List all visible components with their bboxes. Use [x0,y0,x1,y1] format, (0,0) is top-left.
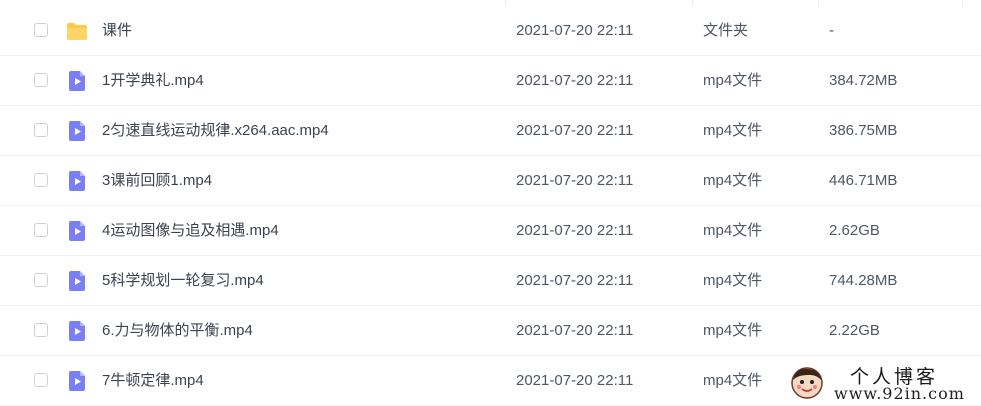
file-type: mp4文件 [703,322,763,339]
file-row[interactable]: 4运动图像与追及相遇.mp4 2021-07-20 22:11 mp4文件 2.62G… [0,206,981,256]
video-file-icon [66,70,88,92]
file-type: mp4文件 [703,272,763,289]
file-modified-time: 2021-07-20 22:11 [516,172,634,189]
file-type: mp4文件 [703,172,763,189]
file-type: mp4文件 [703,372,763,389]
file-modified-time: 2021-07-20 22:11 [516,272,634,289]
file-modified-time: 2021-07-20 22:11 [516,22,634,39]
folder-icon [66,20,88,42]
file-type: mp4文件 [703,72,763,89]
file-row[interactable]: 1开学典礼.mp4 2021-07-20 22:11 mp4文件 384.72MB [0,56,981,106]
file-name[interactable]: 4运动图像与追及相遇.mp4 [102,221,279,241]
file-modified-time: 2021-07-20 22:11 [516,322,634,339]
file-size: 2.22GB [829,322,880,339]
avatar-icon [791,367,823,399]
select-checkbox[interactable] [34,73,48,87]
file-size: 384.72MB [829,72,898,89]
file-type: mp4文件 [703,222,763,239]
video-file-icon [66,270,88,292]
video-file-icon [66,320,88,342]
file-name[interactable]: 3课前回顾1.mp4 [102,171,212,191]
video-file-icon [66,170,88,192]
file-name[interactable]: 7牛顿定律.mp4 [102,371,204,391]
video-file-icon [66,120,88,142]
select-checkbox[interactable] [34,23,48,37]
file-size: 446.71MB [829,172,898,189]
file-modified-time: 2021-07-20 22:11 [516,72,634,89]
select-checkbox[interactable] [34,173,48,187]
file-size: - [829,22,834,39]
file-modified-time: 2021-07-20 22:11 [516,372,634,389]
watermark: 个人博客 www.92in.com [790,362,981,404]
file-size: 2.62GB [829,222,880,239]
file-row[interactable]: 6.力与物体的平衡.mp4 2021-07-20 22:11 mp4文件 2.22GB [0,306,981,356]
video-file-icon [66,220,88,242]
file-modified-time: 2021-07-20 22:11 [516,122,634,139]
select-checkbox[interactable] [34,223,48,237]
file-row[interactable]: 5科学规划一轮复习.mp4 2021-07-20 22:11 mp4文件 744.28… [0,256,981,306]
file-size: 744.28MB [829,272,898,289]
watermark-url: www.92in.com [834,384,965,403]
file-name[interactable]: 2匀速直线运动规律.x264.aac.mp4 [102,121,329,141]
file-row[interactable]: 3课前回顾1.mp4 2021-07-20 22:11 mp4文件 446.71MB [0,156,981,206]
file-name[interactable]: 课件 [102,21,132,41]
file-type: mp4文件 [703,122,763,139]
file-name[interactable]: 6.力与物体的平衡.mp4 [102,321,253,341]
file-row[interactable]: 课件 2021-07-20 22:11 文件夹 - [0,6,981,56]
file-size: 386.75MB [829,122,898,139]
select-checkbox[interactable] [34,123,48,137]
select-checkbox[interactable] [34,373,48,387]
file-type: 文件夹 [703,22,749,39]
select-checkbox[interactable] [34,273,48,287]
video-file-icon [66,370,88,392]
file-name[interactable]: 1开学典礼.mp4 [102,71,204,91]
file-name[interactable]: 5科学规划一轮复习.mp4 [102,271,264,291]
file-modified-time: 2021-07-20 22:11 [516,222,634,239]
select-checkbox[interactable] [34,323,48,337]
file-row[interactable]: 2匀速直线运动规律.x264.aac.mp4 2021-07-20 22:11 mp… [0,106,981,156]
